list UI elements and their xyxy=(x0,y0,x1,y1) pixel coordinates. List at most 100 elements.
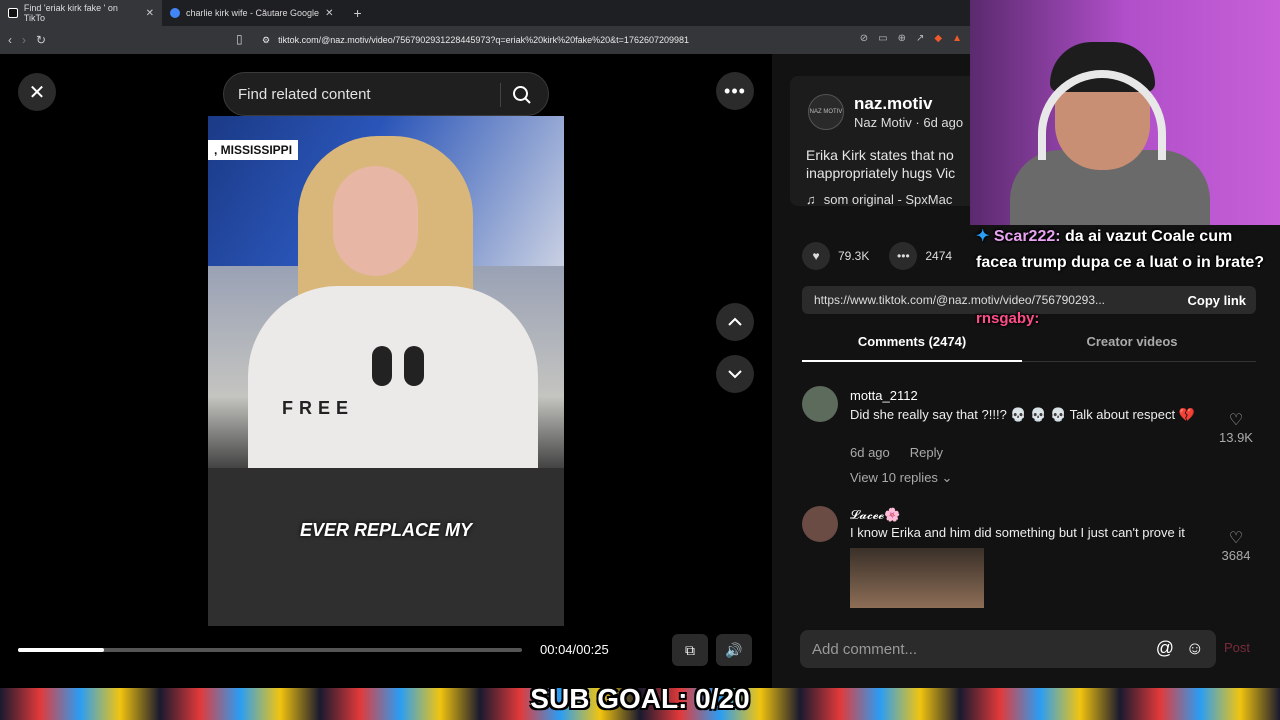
chat-username-2: rnsgaby: xyxy=(976,310,1040,327)
browser-tab-tiktok[interactable]: Find 'eriak kirk fake ' on TikTo ✕ xyxy=(0,0,162,26)
video-progress-bar[interactable] xyxy=(18,648,522,652)
address-bar: ‹ › ↻ ⚙ tiktok.com/@naz.motiv/video/7567… xyxy=(0,26,970,54)
emoji-icon[interactable]: ☺ xyxy=(1186,638,1204,659)
close-icon: ✕ xyxy=(28,81,46,104)
location-label: , MISSISSIPPI xyxy=(208,140,299,160)
shirt-text: FREE xyxy=(282,398,355,418)
more-icon: ••• xyxy=(724,80,746,101)
webcam-overlay xyxy=(970,0,1280,225)
comment-like-count: 3684 xyxy=(1221,548,1251,563)
brave-shield-icon[interactable]: ◆ xyxy=(934,33,942,44)
chat-badge-icon: ✦ xyxy=(976,228,990,245)
zoom-icon[interactable]: ⊕ xyxy=(898,33,906,44)
comment-gif[interactable] xyxy=(850,548,984,608)
tab-title: Find 'eriak kirk fake ' on TikTo xyxy=(23,3,118,23)
add-comment-bar: @ ☺ xyxy=(800,630,1216,668)
comment-username[interactable]: motta_2112 xyxy=(850,388,918,403)
tab-creator-videos[interactable]: Creator videos xyxy=(1022,334,1242,361)
author-username[interactable]: naz.motiv xyxy=(854,94,932,114)
reload-icon[interactable]: ↻ xyxy=(36,33,46,47)
comment-username[interactable]: 𝓛𝓪𝓬𝓮𝓮🌸 xyxy=(850,507,900,523)
comment-like[interactable]: ♡ 13.9K xyxy=(1216,410,1256,445)
screen: { "browser": { "tabs": [ {"label": "Find… xyxy=(0,0,1280,720)
reply-button[interactable]: Reply xyxy=(910,445,943,460)
floating-player-button[interactable]: ⧉ xyxy=(672,634,708,666)
volume-button[interactable]: 🔊 xyxy=(716,634,752,666)
engagement-stats: ♥ 79.3K ••• 2474 xyxy=(802,242,952,270)
post-button[interactable]: Post xyxy=(1224,640,1250,655)
url-field[interactable]: ⚙ tiktok.com/@naz.motiv/video/7567902931… xyxy=(262,31,962,49)
heart-outline-icon: ♡ xyxy=(1228,412,1244,429)
video-description: Erika Kirk states that no inappropriatel… xyxy=(806,147,956,181)
pip-icon: ⧉ xyxy=(685,641,695,658)
video-player[interactable]: FREE , MISSISSIPPI EVER REPLACE MY xyxy=(208,116,564,626)
search-icon[interactable] xyxy=(512,85,532,105)
site-info-icon[interactable]: ⚙ xyxy=(262,35,270,46)
comment-item: motta_2112 Did she really say that ?!!!?… xyxy=(802,384,1256,494)
next-video-button[interactable] xyxy=(716,355,754,393)
heart-icon: ♥ xyxy=(802,242,830,270)
related-search-bar[interactable] xyxy=(223,72,549,116)
more-options-button[interactable]: ••• xyxy=(716,72,754,110)
extension-icon[interactable]: ⊘ xyxy=(860,33,868,44)
heart-outline-icon: ♡ xyxy=(1228,530,1244,547)
url-text: tiktok.com/@naz.motiv/video/756790293122… xyxy=(278,35,690,45)
close-video-button[interactable]: ✕ xyxy=(18,73,56,111)
music-note-icon: ♫ xyxy=(806,192,816,207)
comment-icon: ••• xyxy=(889,242,918,270)
share-link-text: https://www.tiktok.com/@naz.motiv/video/… xyxy=(814,293,1105,307)
video-caption: EVER REPLACE MY xyxy=(299,520,473,540)
comment-item: 𝓛𝓪𝓬𝓮𝓮🌸 I know Erika and him did somethin… xyxy=(802,504,1256,614)
tiktok-favicon-icon xyxy=(8,8,18,18)
comment-like[interactable]: ♡ 3684 xyxy=(1216,528,1256,563)
comment-text: I know Erika and him did something but I… xyxy=(850,525,1185,540)
comment-text: Did she really say that ?!!!? 💀 💀 💀 Talk… xyxy=(850,407,1195,422)
like-stat[interactable]: ♥ 79.3K xyxy=(802,242,869,270)
tab-title: charlie kirk wife - Căutare Google xyxy=(186,8,320,18)
podium xyxy=(208,468,564,626)
progress-fill xyxy=(18,648,104,652)
speaker-shirt xyxy=(248,286,538,476)
new-tab-icon[interactable]: + xyxy=(353,5,361,21)
author-subtitle: Naz Motiv · 6d ago xyxy=(854,115,964,130)
tab-close-icon[interactable]: ✕ xyxy=(325,8,333,19)
comment-count: 2474 xyxy=(925,249,953,263)
copy-link-button[interactable]: Copy link xyxy=(1187,293,1246,308)
speaker-face xyxy=(333,166,418,276)
like-count: 79.3K xyxy=(838,249,870,263)
sound-name: som original - SpxMac xyxy=(823,192,953,207)
previous-video-button[interactable] xyxy=(716,303,754,341)
google-favicon-icon xyxy=(170,8,180,18)
cast-icon[interactable]: ▭ xyxy=(878,33,887,44)
comment-time: 6d ago xyxy=(850,445,890,460)
author-avatar[interactable]: NAZ MOTIV xyxy=(808,94,844,130)
panel-tabs: Comments (2474) Creator videos xyxy=(802,334,1256,362)
related-search-input[interactable] xyxy=(238,85,493,103)
extension-icons: ⊘ ▭ ⊕ ↗ ◆ ▲ xyxy=(860,33,962,44)
comment-like-count: 13.9K xyxy=(1219,430,1253,445)
view-replies-button[interactable]: View 10 replies ⌄ xyxy=(850,470,952,486)
tab-comments[interactable]: Comments (2474) xyxy=(802,334,1022,362)
sub-goal-text: SUB GOAL: 0/20 xyxy=(530,683,750,714)
tab-close-icon[interactable]: ✕ xyxy=(146,8,154,19)
comment-input[interactable] xyxy=(812,640,1142,658)
browser-tab-google[interactable]: charlie kirk wife - Căutare Google ✕ xyxy=(162,0,341,26)
chevron-up-icon xyxy=(728,317,742,326)
comment-stat[interactable]: ••• 2474 xyxy=(889,242,952,270)
chevron-down-icon xyxy=(728,370,742,379)
microphone xyxy=(404,346,424,386)
rewards-icon[interactable]: ▲ xyxy=(952,33,962,44)
bookmark-icon[interactable]: ▯ xyxy=(236,32,243,46)
back-icon[interactable]: ‹ xyxy=(8,33,12,47)
sound-link[interactable]: ♫ som original - SpxMac xyxy=(806,192,952,207)
share-icon[interactable]: ↗ xyxy=(916,33,924,44)
video-time: 00:04/00:25 xyxy=(540,642,609,657)
comment-avatar[interactable] xyxy=(802,386,838,422)
forward-icon[interactable]: › xyxy=(22,33,26,47)
microphone xyxy=(372,346,392,386)
comment-avatar[interactable] xyxy=(802,506,838,542)
mention-icon[interactable]: @ xyxy=(1156,638,1174,659)
chat-username: Scar222: xyxy=(993,228,1061,245)
volume-icon: 🔊 xyxy=(725,641,743,658)
browser-tab-bar: Find 'eriak kirk fake ' on TikTo ✕ charl… xyxy=(0,0,970,26)
